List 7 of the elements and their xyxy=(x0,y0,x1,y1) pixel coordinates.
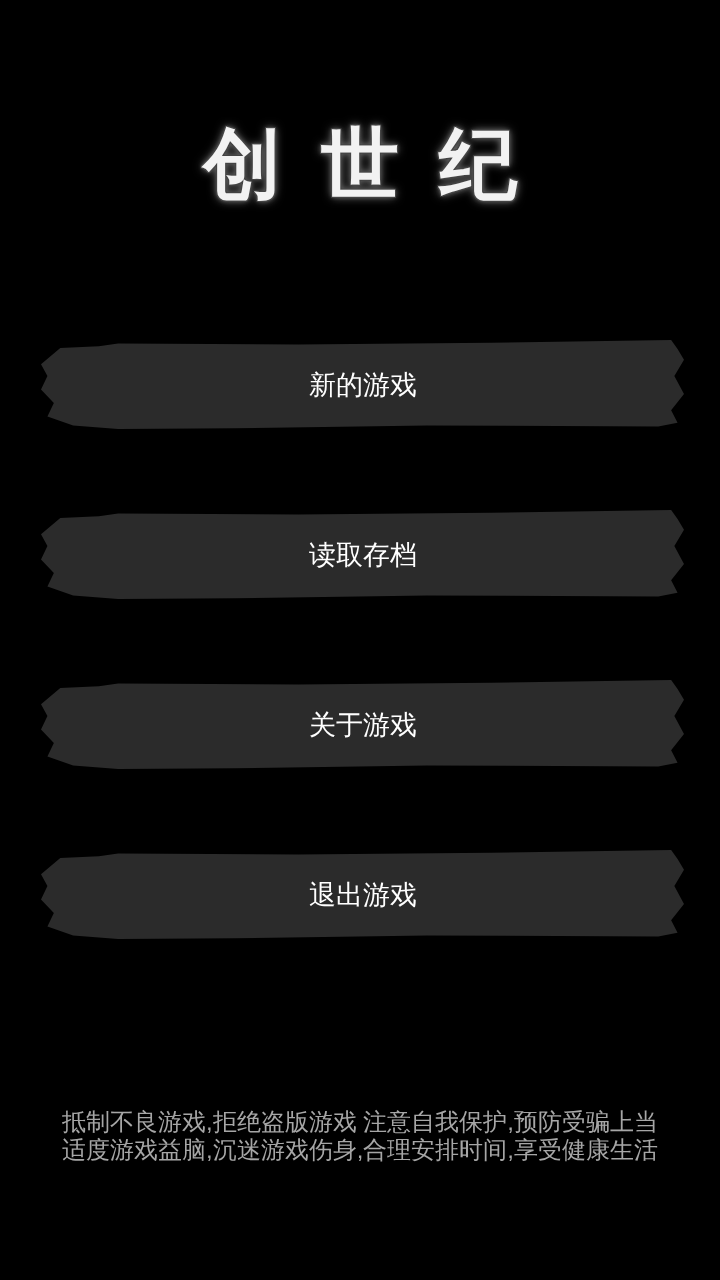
health-notice-text: 抵制不良游戏,拒绝盗版游戏 注意自我保护,预防受骗上当 xyxy=(62,1108,658,1136)
menu-button[interactable]: 新的游戏 xyxy=(41,340,684,430)
game-title: 创世纪 xyxy=(200,118,557,210)
menu-button[interactable]: 退出游戏 xyxy=(41,850,684,940)
menu-button[interactable]: 读取存档 xyxy=(41,510,684,600)
menu-button[interactable]: 关于游戏 xyxy=(41,680,684,770)
health-notice-text: 适度游戏益脑,沉迷游戏伤身,合理安排时间,享受健康生活 xyxy=(62,1136,658,1164)
